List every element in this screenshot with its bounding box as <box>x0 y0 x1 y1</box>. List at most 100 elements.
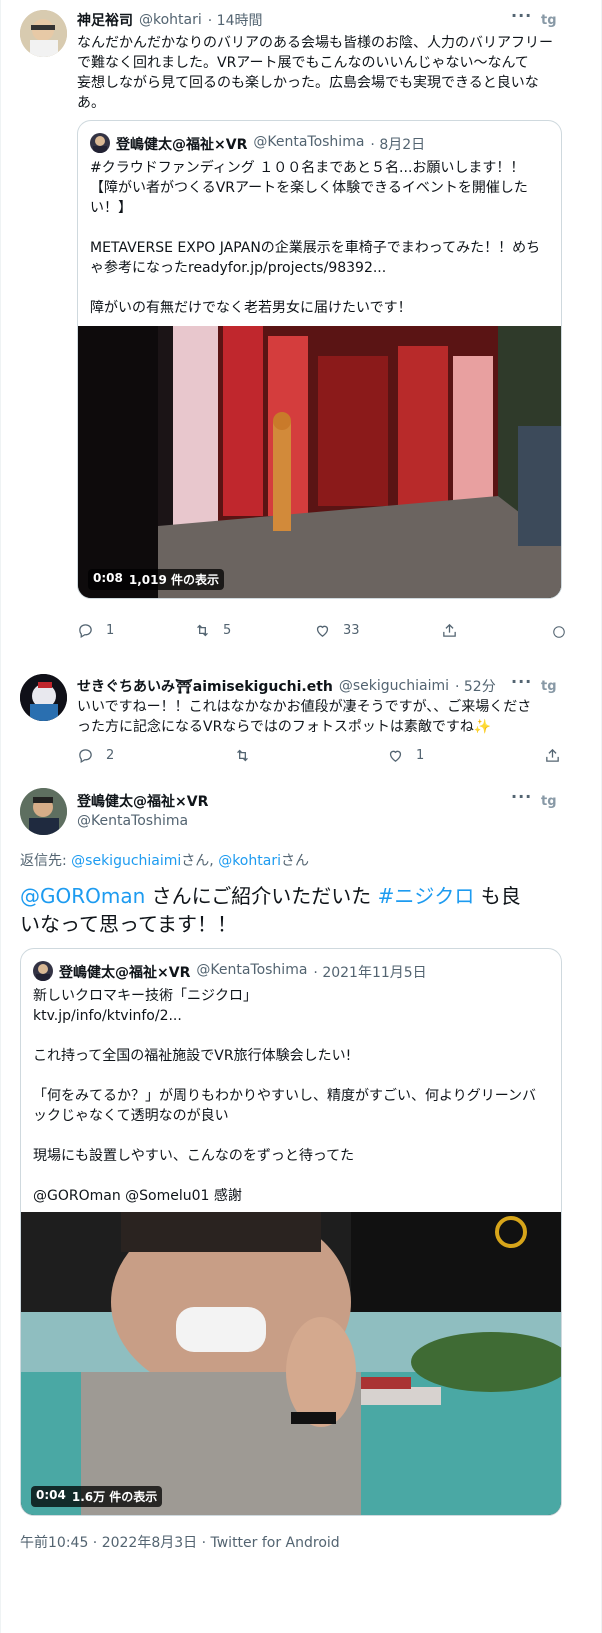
quote-author-handle: @KentaToshima <box>196 962 308 978</box>
reply-count: 2 <box>106 748 115 763</box>
video-views: 1.6万 件の表示 <box>71 1490 158 1504</box>
like-count: 33 <box>343 623 360 638</box>
tweet-text-line: 妄想しながら見て回るのも楽しかった。広島会場でも実現できると良いな <box>77 75 539 91</box>
more-options-icon[interactable]: ··· <box>511 6 532 25</box>
author-name[interactable]: せきぐちあいみ⛩aimisekiguchi.eth <box>77 676 333 696</box>
author-name[interactable]: 神足裕司 <box>77 10 133 30</box>
like-count: 1 <box>416 748 425 763</box>
video-thumbnail <box>78 326 561 598</box>
avatar[interactable] <box>20 10 67 57</box>
tg-logo-icon: tg <box>541 679 557 693</box>
video-thumbnail <box>21 1212 561 1515</box>
timestamp[interactable]: · 52分 <box>455 676 496 696</box>
quote-date: · 8月2日 <box>370 137 426 153</box>
video-stats: 0:04 1.6万 件の表示 <box>31 1486 163 1507</box>
avatar[interactable] <box>20 788 67 835</box>
more-options-icon[interactable]: ··· <box>511 672 532 691</box>
quote-line: 新しいクロマキー技術「ニジクロ」 <box>33 988 257 1004</box>
svg-text:tg: tg <box>541 794 557 808</box>
tweet-text-line: った方に記念になるVRならではのフォトスポットは素敵ですね✨ <box>77 719 492 735</box>
quoted-tweet[interactable]: 登嶋健太@福祉×VR @KentaToshima · 8月2日 #クラウドファン… <box>77 120 562 599</box>
quote-avatar <box>90 133 110 153</box>
tweet-text-line: いいですねー！！これはなかなかお値段が凄そうですが、、ご来場くださ <box>77 699 532 715</box>
quoted-tweet[interactable]: 登嶋健太@福祉×VR @KentaToshima · 2021年11月5日 新し… <box>20 948 562 1516</box>
video-views: 1,019 件の表示 <box>128 573 219 587</box>
retweet-button[interactable]: 5 <box>194 622 231 639</box>
quote-text: 新しいクロマキー技術「ニジクロ」 ktv.jp/info/ktvinfo/2..… <box>33 986 555 1206</box>
reply-context: 返信先: @sekiguchiaimiさん, @kohtariさん <box>20 850 309 870</box>
heart-icon <box>316 625 329 637</box>
video-player[interactable]: 0:04 1.6万 件の表示 <box>21 1212 561 1515</box>
reply-button[interactable]: 1 <box>77 622 114 639</box>
quote-date: · 2021年11月5日 <box>313 965 427 981</box>
tweet-header: せきぐちあいみ⛩aimisekiguchi.eth @sekiguchiaimi… <box>77 676 496 696</box>
reply-prefix: 返信先: <box>20 853 72 869</box>
circle-icon <box>553 626 565 638</box>
tweet-text-line: いなって思ってます！！ <box>20 912 237 936</box>
retweet-icon <box>237 749 248 762</box>
reply-icon <box>79 624 92 639</box>
tweet-text-part: も良 <box>474 884 521 908</box>
like-button[interactable]: 33 <box>314 622 360 639</box>
tweet-header: 神足裕司 @kohtari · 14時間 <box>77 10 262 30</box>
quote-author-name: 登嶋健太@福祉×VR <box>116 137 248 153</box>
quote-author-handle: @KentaToshima <box>253 134 365 150</box>
tweet-text-line: で難なく回れました。VRアート展でもこんなのいいんじゃない〜なんて <box>77 55 529 71</box>
quote-line: い！】 <box>90 200 132 216</box>
tg-logo-icon: tg <box>541 794 557 808</box>
tweet-text: なんだかんだかなりのバリアのある会場も皆様のお陰、人力のバリアフリー で難なく回… <box>77 33 567 113</box>
quote-line: ゃ参考になったreadyfor.jp/projects/98392... <box>90 260 387 276</box>
reply-count: 1 <box>106 623 115 638</box>
timeline: 神足裕司 @kohtari · 14時間 ··· tg なんだかんだかなりのバリ… <box>0 0 602 1633</box>
reply-separator: さん, <box>181 853 219 869</box>
avatar[interactable] <box>20 674 67 721</box>
quote-line: ktv.jp/info/ktvinfo/2... <box>33 1008 182 1024</box>
quote-text: #クラウドファンディング １００名まであと５名...お願いします！！ 【障がい者… <box>90 158 555 318</box>
svg-text:tg: tg <box>541 679 557 693</box>
reply-suffix: さん <box>280 853 309 869</box>
tweet-text: いいですねー！！これはなかなかお値段が凄そうですが、、ご来場くださ った方に記念… <box>77 697 577 737</box>
reply-to-link[interactable]: @kohtari <box>218 853 281 869</box>
tweet-footer[interactable]: 午前10:45 · 2022年8月3日 · Twitter for Androi… <box>20 1532 340 1552</box>
video-player[interactable]: 0:08 1,019 件の表示 <box>78 326 561 598</box>
thread-more-button[interactable] <box>552 625 566 639</box>
reply-icon <box>79 749 92 764</box>
more-options-icon[interactable]: ··· <box>511 787 532 806</box>
author-handle[interactable]: @KentaToshima <box>77 813 208 829</box>
tweet-text-part: さんにご紹介いただいた <box>145 884 378 908</box>
video-stats: 0:08 1,019 件の表示 <box>88 569 224 590</box>
quote-line: @GOROman @Somelu01 感謝 <box>33 1188 242 1204</box>
video-duration: 0:08 <box>93 571 123 585</box>
quote-line: 「何をみてるか？」が周りもわかりやすいし、精度がすごい、何よりグリーンバ <box>33 1088 537 1104</box>
quote-line: 【障がい者がつくるVRアートを楽しく体験できるイベントを開催した <box>90 180 528 196</box>
tweet-header: 登嶋健太@福祉×VR @KentaToshima <box>77 791 208 829</box>
tg-logo-icon: tg <box>541 13 557 27</box>
share-icon <box>443 623 456 637</box>
share-button[interactable] <box>441 622 458 639</box>
mention-link[interactable]: @GOROman <box>20 884 145 908</box>
quote-line[interactable]: #クラウドファンディング １００名まであと５名...お願いします！！ <box>90 158 555 178</box>
quote-line: 現場にも設置しやすい、こんなのをずっと待ってた <box>33 1148 355 1164</box>
quote-avatar <box>33 961 53 981</box>
like-button[interactable]: 1 <box>387 747 424 764</box>
tweet-text: @GOROman さんにご紹介いただいた #ニジクロ も良 いなって思ってます！… <box>20 882 580 938</box>
author-handle[interactable]: @kohtari <box>139 12 202 28</box>
quote-line: 障がいの有無だけでなく老若男女に届けたいです！ <box>90 300 412 316</box>
share-button[interactable] <box>544 747 561 764</box>
timestamp[interactable]: · 14時間 <box>208 10 263 30</box>
video-duration: 0:04 <box>36 1488 66 1502</box>
quote-author-name: 登嶋健太@福祉×VR <box>59 965 191 981</box>
tweet-text-line: なんだかんだかなりのバリアのある会場も皆様のお陰、人力のバリアフリー <box>77 35 553 51</box>
reply-button[interactable]: 2 <box>77 747 114 764</box>
svg-text:tg: tg <box>541 13 557 27</box>
quote-line: これ持って全国の福祉施設でVR旅行体験会したい! <box>33 1048 352 1064</box>
retweet-count: 5 <box>223 623 232 638</box>
heart-icon <box>389 750 402 762</box>
tweet-text-line: あ。 <box>77 95 105 111</box>
author-name[interactable]: 登嶋健太@福祉×VR <box>77 791 208 811</box>
author-handle[interactable]: @sekiguchiaimi <box>339 678 449 694</box>
reply-to-link[interactable]: @sekiguchiaimi <box>71 853 181 869</box>
quote-line: METAVERSE EXPO JAPANの企業展示を車椅子でまわってみた！！めち <box>90 240 541 256</box>
hashtag-link[interactable]: #ニジクロ <box>378 884 475 908</box>
retweet-button[interactable] <box>234 747 251 764</box>
